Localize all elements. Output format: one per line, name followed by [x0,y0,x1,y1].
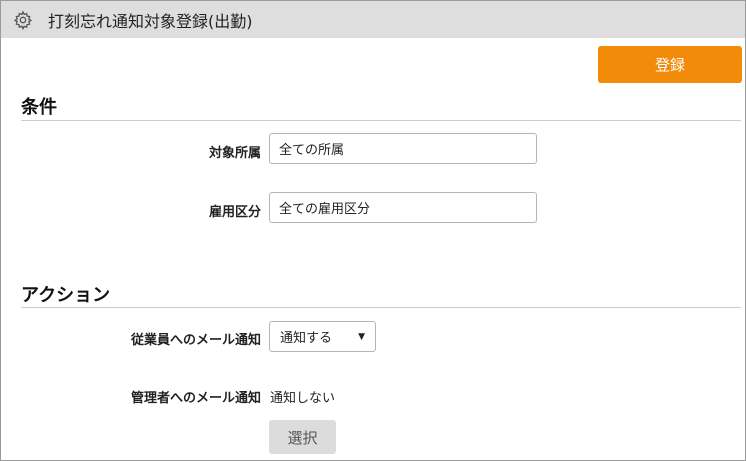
manager-mail-label: 管理者へのメール通知 [130,391,261,406]
window-title: 打刻忘れ通知対象登録(出勤) [48,11,253,31]
employment-input[interactable] [269,192,537,223]
manager-mail-value: 通知しない [270,391,336,406]
conditions-heading: 条件 [21,97,57,118]
employee-mail-select-value: 通知する [280,331,333,346]
select-button[interactable]: 選択 [269,420,336,454]
department-label: 対象所属 [208,146,261,161]
actions-divider [21,307,741,308]
employee-mail-select[interactable]: 通知する ▼ [269,321,376,352]
dropdown-caret-icon: ▼ [358,331,365,342]
department-input[interactable] [269,133,537,164]
dialog-window: 打刻忘れ通知対象登録(出勤) 登録 条件 対象所属 雇用区分 アクション 従業員… [0,0,746,461]
conditions-divider [21,120,741,121]
actions-heading: アクション [21,285,111,306]
employment-label: 雇用区分 [208,205,261,220]
employee-mail-label: 従業員へのメール通知 [130,333,261,348]
gear-icon [12,9,34,31]
title-bar: 打刻忘れ通知対象登録(出勤) [1,1,745,38]
register-button[interactable]: 登録 [598,46,742,83]
